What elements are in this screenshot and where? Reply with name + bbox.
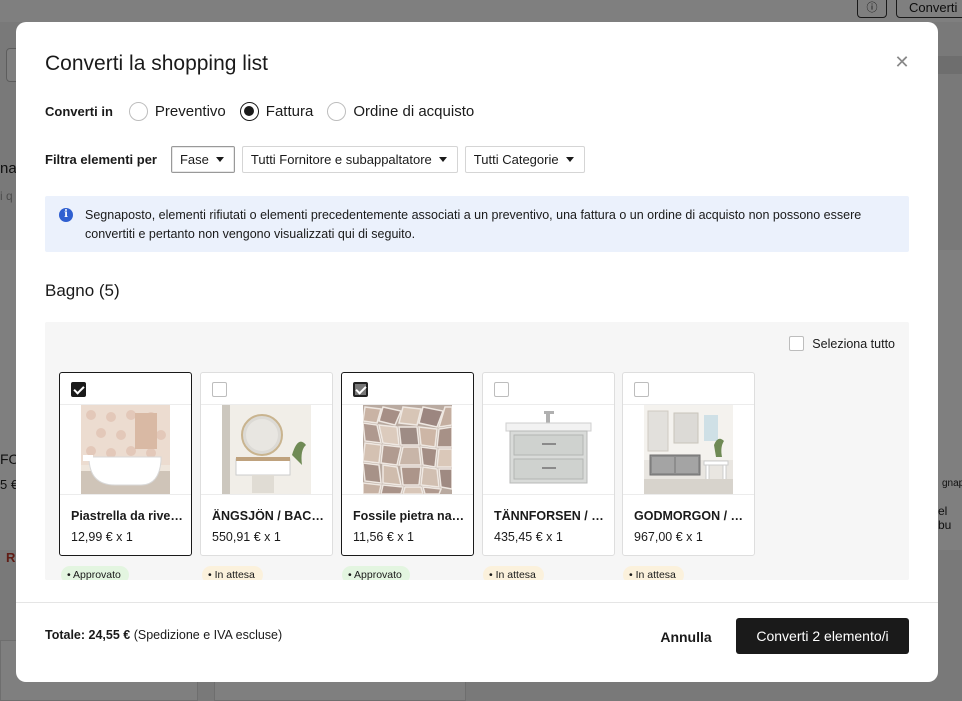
caret-down-icon — [215, 156, 224, 162]
product-image-vanity-mirror — [222, 405, 311, 494]
radio-label: Fattura — [265, 102, 314, 120]
checkbox[interactable] — [789, 336, 805, 351]
radio-fattura[interactable]: Fattura — [239, 101, 314, 121]
item-price: 967,00 € x 1 — [634, 530, 703, 544]
supplier-filter-dropdown[interactable]: Tutti Fornitore e subappaltatore — [241, 145, 458, 173]
item-checkbox[interactable] — [634, 382, 649, 397]
item-price: 11,56 € x 1 — [353, 530, 414, 544]
dropdown-value: Fase — [179, 151, 209, 167]
status-text: In attesa — [214, 569, 255, 580]
item-checkbox-checked[interactable] — [353, 382, 368, 397]
divider — [60, 494, 191, 495]
radio-button[interactable] — [327, 101, 347, 121]
filter-label: Filtra elementi per — [45, 151, 157, 167]
item-card[interactable]: Fossile pietra naturale 11,56 € x 1 — [341, 372, 474, 556]
dropdown-value: Tutti Fornitore e subappaltatore — [250, 151, 432, 167]
product-image-sink-cabinet — [504, 405, 593, 494]
item-name: GODMORGON / BRAVIKEN — [634, 509, 749, 523]
cancel-button[interactable]: Annulla — [636, 620, 736, 654]
convert-in-row: Converti in Preventivo Fattura Ordine di… — [45, 100, 474, 122]
status-text: Approvato — [354, 569, 402, 580]
item-price: 435,45 € x 1 — [494, 530, 563, 544]
radio-label: Preventivo — [154, 102, 226, 120]
divider — [201, 494, 332, 495]
divider — [623, 494, 754, 495]
convert-shopping-list-dialog: Converti la shopping list ✕ Converti in … — [16, 22, 938, 682]
caret-down-icon — [438, 156, 447, 162]
total-amount: Totale: 24,55 € — [45, 628, 131, 642]
radio-ordine-di-acquisto[interactable]: Ordine di acquisto — [327, 101, 475, 121]
phase-filter-dropdown[interactable]: Fase — [170, 145, 235, 173]
total-note: (Spedizione e IVA escluse) — [130, 628, 283, 642]
radio-button-selected[interactable] — [239, 101, 259, 121]
item-checkbox[interactable] — [494, 382, 509, 397]
info-banner: i Segnaposto, elementi rifiutati o eleme… — [45, 196, 909, 252]
filter-row: Filtra elementi per Fase Tutti Fornitore… — [45, 145, 592, 173]
item-name: Fossile pietra naturale — [353, 509, 468, 523]
convert-items-button[interactable]: Converti 2 elemento/i — [736, 618, 909, 654]
category-filter-dropdown[interactable]: Tutti Categorie — [464, 145, 585, 173]
dropdown-value: Tutti Categorie — [473, 151, 559, 167]
item-price: 550,91 € x 1 — [212, 530, 281, 544]
status-badge: • In attesa — [202, 566, 263, 580]
divider — [342, 494, 473, 495]
info-icon: i — [59, 208, 73, 222]
radio-preventivo[interactable]: Preventivo — [128, 101, 226, 121]
items-panel: Seleziona tutto Piastrella da rivesti 12… — [45, 322, 909, 580]
item-card[interactable]: GODMORGON / BRAVIKEN 967,00 € x 1 — [622, 372, 755, 556]
close-button[interactable]: ✕ — [892, 52, 912, 72]
section-title: Bagno (5) — [45, 281, 120, 300]
product-image-stone-mosaic — [363, 405, 452, 494]
item-name: Piastrella da rivestimento — [71, 509, 186, 523]
total-summary: Totale: 24,55 € (Spedizione e IVA esclus… — [45, 628, 282, 642]
item-card[interactable]: TÄNNFORSEN / RÄNNILEN 435,45 € x 1 — [482, 372, 615, 556]
close-icon: ✕ — [894, 52, 910, 72]
status-text: Approvato — [73, 569, 121, 580]
status-badge: • In attesa — [623, 566, 684, 580]
status-text: In attesa — [495, 569, 536, 580]
status-badge: • Approvato — [342, 566, 410, 580]
info-text: Segnaposto, elementi rifiutati o element… — [85, 208, 862, 241]
item-price: 12,99 € x 1 — [71, 530, 133, 544]
status-badge: • Approvato — [61, 566, 129, 580]
convert-in-label: Converti in — [45, 103, 113, 119]
product-image-bathtub-tiles — [81, 405, 170, 494]
product-image-bathroom-room — [644, 405, 733, 494]
status-text: In attesa — [635, 569, 676, 580]
item-name: TÄNNFORSEN / RÄNNILEN — [494, 509, 609, 523]
item-checkbox[interactable] — [212, 382, 227, 397]
item-card[interactable]: ÄNGSJÖN / BACKSJÖN 550,91 € x 1 — [200, 372, 333, 556]
caret-down-icon — [565, 156, 574, 162]
radio-label: Ordine di acquisto — [353, 102, 475, 120]
item-checkbox-checked[interactable] — [71, 382, 86, 397]
item-name: ÄNGSJÖN / BACKSJÖN — [212, 509, 327, 523]
status-badge: • In attesa — [483, 566, 544, 580]
divider — [483, 494, 614, 495]
dialog-title: Converti la shopping list — [45, 52, 268, 75]
item-card[interactable]: Piastrella da rivestimento 12,99 € x 1 — [59, 372, 192, 556]
select-all-label: Seleziona tutto — [812, 336, 895, 351]
radio-button[interactable] — [128, 101, 148, 121]
select-all-checkbox[interactable]: Seleziona tutto — [789, 336, 895, 351]
footer-divider — [16, 602, 938, 603]
